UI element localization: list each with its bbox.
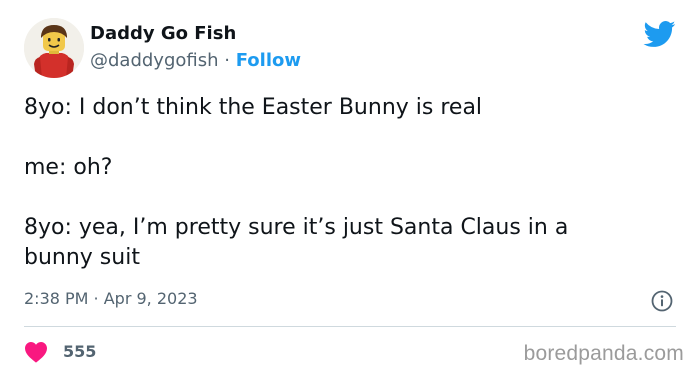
handle-separator: ·	[224, 50, 230, 71]
watermark: boredpanda.com	[523, 342, 684, 365]
divider	[24, 326, 676, 327]
author-handle[interactable]: @daddygofish	[90, 50, 219, 71]
twitter-bird-icon[interactable]	[642, 20, 676, 48]
avatar[interactable]	[24, 18, 84, 78]
like-count: 555	[63, 342, 97, 361]
author-handle-row: @daddygofish · Follow	[90, 49, 301, 73]
info-icon[interactable]	[651, 290, 673, 312]
follow-button[interactable]: Follow	[236, 50, 301, 71]
lego-figure-avatar-icon	[24, 18, 84, 78]
author-display-name[interactable]: Daddy Go Fish	[90, 22, 236, 46]
heart-icon[interactable]	[24, 341, 48, 363]
tweet-timestamp[interactable]: 2:38 PM · Apr 9, 2023	[24, 288, 198, 310]
tweet-text: 8yo: I don’t think the Easter Bunny is r…	[24, 95, 569, 270]
